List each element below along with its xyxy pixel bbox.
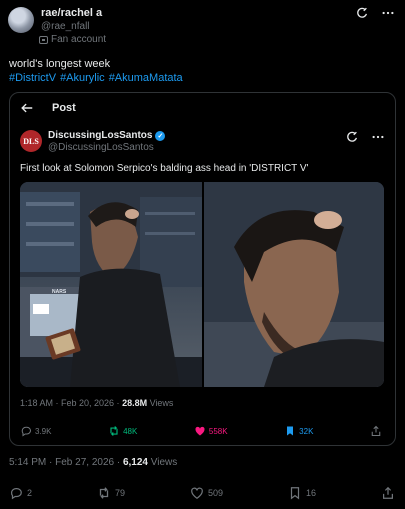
grok-icon[interactable]: [345, 130, 359, 144]
quoted-like-button[interactable]: 558K: [194, 425, 228, 437]
quoted-bookmark-count: 32K: [299, 426, 314, 436]
quoted-like-count: 558K: [208, 426, 228, 436]
quoted-post[interactable]: Post DLS DiscussingLosSantos ✓ @Discussi…: [9, 92, 396, 446]
quoted-views-label: Views: [147, 398, 174, 408]
post-views-count: 6,124: [122, 457, 148, 468]
quoted-media[interactable]: NARS: [20, 182, 384, 387]
post-timestamp[interactable]: 5:14 PM · Feb 27, 2026 · 6,124 Views: [9, 457, 177, 468]
like-button[interactable]: 509: [190, 486, 223, 500]
share-icon: [382, 486, 393, 499]
quoted-share-button[interactable]: [370, 425, 382, 437]
quoted-reply-button[interactable]: 3.9K: [20, 425, 51, 437]
reply-icon: [10, 488, 22, 500]
quoted-header-actions: [345, 130, 385, 144]
grok-icon[interactable]: [355, 6, 369, 20]
quoted-repost-button[interactable]: 48K: [108, 425, 137, 437]
quoted-text: First look at Solomon Serpico's balding …: [20, 163, 309, 174]
quoted-author-name-text: DiscussingLosSantos: [48, 130, 153, 141]
hashtags: #DistrictV #Akurylic #AkumaMatata: [9, 70, 187, 86]
reply-icon: [21, 426, 32, 437]
media-sign-text: NARS: [52, 289, 67, 295]
quoted-bookmark-button[interactable]: 32K: [284, 425, 313, 437]
quoted-date: 1:18 AM · Feb 20, 2026 ·: [20, 398, 123, 408]
more-options-icon[interactable]: [371, 130, 385, 144]
post-actions: 2 79 509 16: [9, 486, 395, 500]
heart-icon: [191, 487, 203, 499]
bookmark-count: 16: [305, 488, 316, 498]
share-button[interactable]: [381, 486, 395, 500]
bookmark-icon: [287, 426, 294, 436]
author-name[interactable]: rae/rachel a: [41, 7, 102, 19]
post-views-label: Views: [147, 457, 178, 468]
quoted-timestamp[interactable]: 1:18 AM · Feb 20, 2026 · 28.8M Views: [20, 398, 173, 408]
bookmark-button[interactable]: 16: [288, 486, 316, 500]
media-image-left[interactable]: NARS: [20, 182, 202, 387]
quoted-author-name[interactable]: DiscussingLosSantos ✓: [48, 130, 166, 141]
post-date: 5:14 PM · Feb 27, 2026 ·: [9, 457, 123, 468]
quoted-author-handle[interactable]: @DiscussingLosSantos: [48, 142, 154, 153]
id-card-icon: [39, 35, 48, 44]
reply-button[interactable]: 2: [9, 486, 32, 500]
avatar[interactable]: [8, 7, 34, 33]
repost-icon: [110, 426, 118, 436]
hashtag-link[interactable]: #Akurylic: [60, 72, 105, 84]
like-count: 509: [207, 488, 223, 498]
share-icon: [371, 425, 381, 437]
reply-count: 2: [27, 488, 33, 498]
fan-account-label: Fan account: [51, 34, 107, 45]
bookmark-icon: [290, 487, 300, 500]
heart-icon: [195, 426, 205, 436]
hashtag-link[interactable]: #DistrictV: [9, 72, 56, 84]
author-handle[interactable]: @rae_nfall: [41, 21, 90, 32]
repost-button[interactable]: 79: [97, 486, 125, 500]
repost-count: 79: [114, 488, 125, 498]
media-image-right[interactable]: [204, 182, 384, 387]
post-header-actions: [355, 6, 395, 20]
quoted-views-count: 28.8M: [122, 398, 148, 408]
repost-icon: [99, 487, 109, 499]
quoted-stats: 3.9K 48K 558K 32K: [20, 425, 382, 437]
quoted-header-title: Post: [52, 102, 76, 114]
quoted-repost-count: 48K: [123, 426, 138, 436]
back-arrow-icon[interactable]: [20, 101, 34, 115]
fan-account-badge: Fan account: [39, 34, 106, 45]
more-options-icon[interactable]: [381, 6, 395, 20]
verified-icon: ✓: [155, 130, 166, 141]
quoted-reply-count: 3.9K: [35, 426, 52, 436]
quoted-avatar[interactable]: DLS: [20, 130, 42, 152]
hashtag-link[interactable]: #AkumaMatata: [109, 72, 183, 84]
